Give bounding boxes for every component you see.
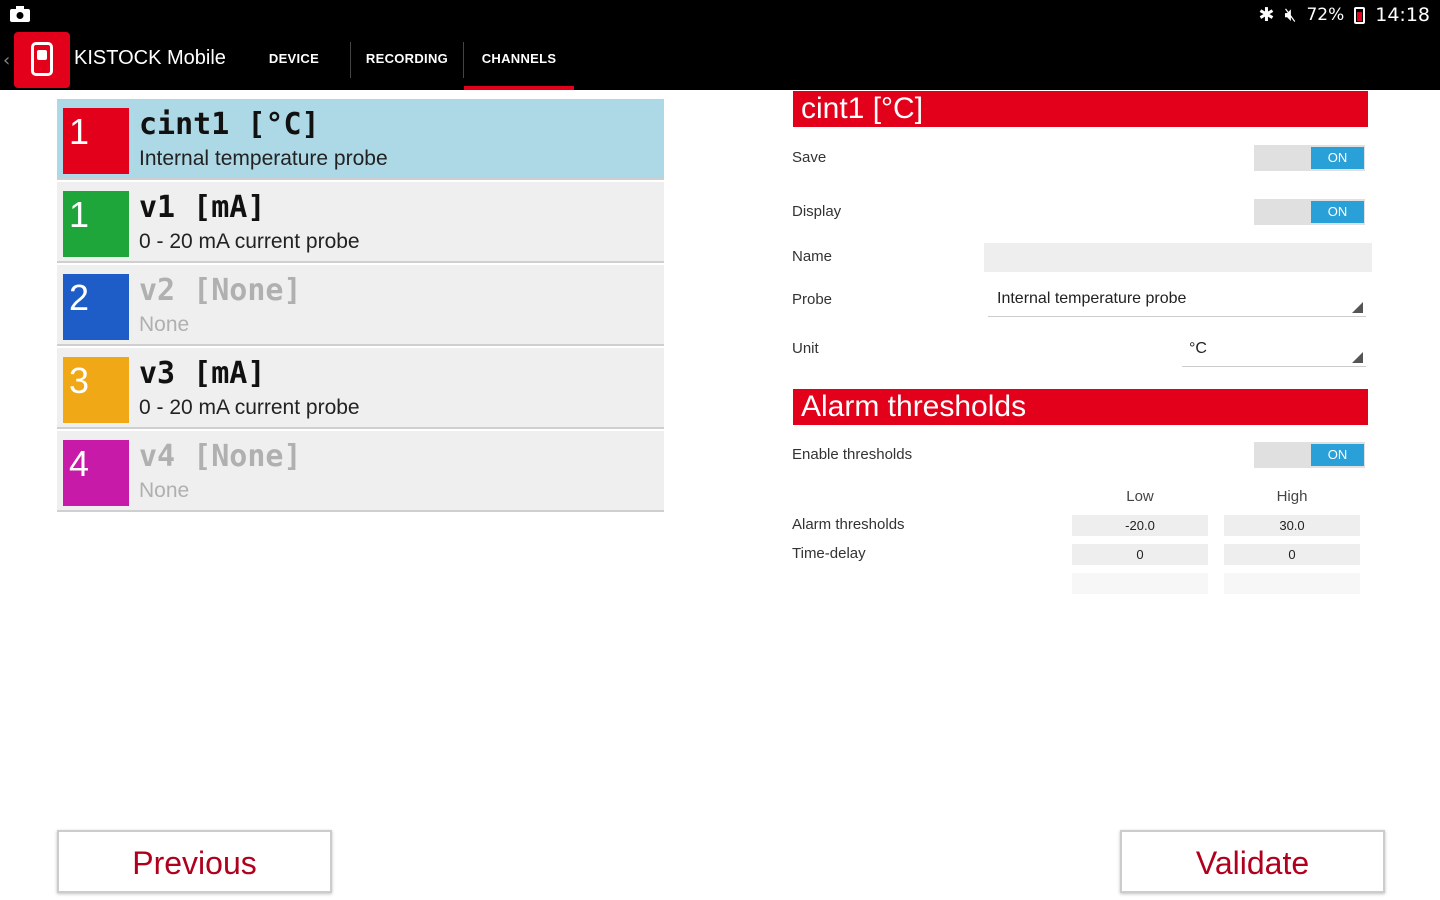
dropdown-caret-icon	[1352, 302, 1363, 313]
enable-thresholds-toggle[interactable]: ON	[1254, 442, 1365, 468]
probe-select-value: Internal temperature probe	[997, 290, 1187, 307]
channel-number-badge: 1	[63, 191, 129, 257]
channel-subtitle: None	[139, 479, 190, 502]
save-toggle[interactable]: ON	[1254, 145, 1365, 171]
high-column-header: High	[1276, 488, 1308, 505]
time-delay-label: Time-delay	[792, 545, 866, 562]
delay-high-input[interactable]: 0	[1224, 544, 1360, 565]
display-toggle[interactable]: ON	[1254, 199, 1365, 225]
unit-select-value: °C	[1189, 340, 1207, 357]
low-column-header: Low	[1126, 488, 1154, 505]
back-chevron-icon[interactable]: ‹	[3, 50, 10, 71]
unit-select[interactable]: °C	[1182, 340, 1366, 367]
save-toggle-state: ON	[1311, 147, 1364, 169]
display-label: Display	[792, 203, 842, 220]
channel-title: v4 [None]	[139, 439, 302, 474]
tab-device[interactable]: DEVICE	[240, 30, 348, 90]
probe-label: Probe	[792, 291, 833, 308]
validate-button[interactable]: Validate	[1120, 830, 1385, 893]
status-bar: ✱ 🔇︎ 72% 14:18	[0, 0, 1440, 30]
bluetooth-icon: ✱	[1258, 4, 1275, 26]
mute-icon: 🔇︎	[1284, 4, 1297, 26]
channel-row[interactable]: 3 v3 [mA] 0 - 20 mA current probe	[57, 348, 664, 429]
empty-cell	[1072, 573, 1208, 594]
channel-title: v1 [mA]	[139, 190, 266, 225]
channel-row[interactable]: 1 v1 [mA] 0 - 20 mA current probe	[57, 182, 664, 263]
tab-channels[interactable]: CHANNELS	[464, 30, 574, 90]
alarm-thresholds-header: Alarm thresholds	[793, 389, 1368, 425]
status-icons: ✱ 🔇︎ 72% 14:18	[1259, 3, 1430, 27]
channel-row[interactable]: 2 v2 [None] None	[57, 265, 664, 346]
dropdown-caret-icon	[1352, 352, 1363, 363]
threshold-high-input[interactable]: 30.0	[1224, 515, 1360, 536]
probe-select[interactable]: Internal temperature probe	[988, 290, 1366, 317]
app-logo-icon[interactable]	[14, 32, 70, 88]
enable-thresholds-toggle-state: ON	[1311, 444, 1364, 466]
save-label: Save	[792, 149, 827, 166]
channel-row[interactable]: 1 cint1 [°C] Internal temperature probe	[57, 99, 664, 180]
channel-list: 1 cint1 [°C] Internal temperature probe …	[57, 99, 664, 514]
channel-number-badge: 3	[63, 357, 129, 423]
empty-cell	[1224, 573, 1360, 594]
clock: 14:18	[1375, 4, 1430, 26]
channel-subtitle: None	[139, 313, 190, 336]
enable-thresholds-label: Enable thresholds	[792, 446, 913, 463]
delay-low-input[interactable]: 0	[1072, 544, 1208, 565]
app-title: KISTOCK Mobile	[74, 47, 226, 69]
channel-detail-header: cint1 [°C]	[793, 91, 1368, 127]
channel-subtitle: 0 - 20 mA current probe	[139, 230, 360, 253]
alarm-thresholds-label: Alarm thresholds	[792, 516, 905, 533]
channel-subtitle: Internal temperature probe	[139, 147, 388, 170]
tab-recording[interactable]: RECORDING	[352, 30, 462, 90]
name-label: Name	[792, 248, 833, 265]
action-bar: ‹ KISTOCK Mobile DEVICE RECORDING CHANNE…	[0, 30, 1440, 90]
channel-subtitle: 0 - 20 mA current probe	[139, 396, 360, 419]
channel-row[interactable]: 4 v4 [None] None	[57, 431, 664, 512]
tab-divider	[350, 42, 351, 78]
unit-label: Unit	[792, 340, 819, 357]
channel-number-badge: 1	[63, 108, 129, 174]
camera-icon	[10, 6, 30, 22]
battery-icon	[1354, 6, 1366, 24]
channel-title: v2 [None]	[139, 273, 302, 308]
threshold-low-input[interactable]: -20.0	[1072, 515, 1208, 536]
display-toggle-state: ON	[1311, 201, 1364, 223]
channel-title: v3 [mA]	[139, 356, 266, 391]
channel-number-badge: 4	[63, 440, 129, 506]
channel-number-badge: 2	[63, 274, 129, 340]
previous-button[interactable]: Previous	[57, 830, 332, 893]
name-input[interactable]	[984, 243, 1372, 272]
battery-percent: 72%	[1306, 5, 1345, 25]
channel-title: cint1 [°C]	[139, 107, 320, 142]
